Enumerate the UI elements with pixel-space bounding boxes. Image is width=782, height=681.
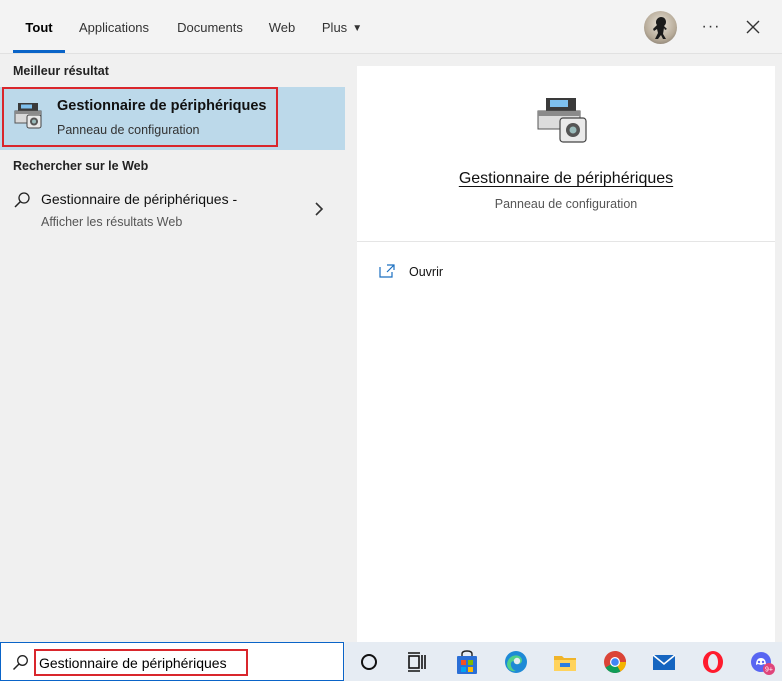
discord-icon[interactable]: 9+ [748,648,776,676]
best-match-item[interactable]: Gestionnaire de périphériques Panneau de… [0,87,345,150]
open-action[interactable]: Ouvrir [379,262,579,286]
search-input[interactable] [39,652,244,674]
discord-badge: 9+ [765,667,773,674]
more-options-button[interactable]: ··· [697,14,725,40]
search-icon [12,655,28,671]
avatar[interactable] [644,11,677,44]
chevron-right-icon [315,202,324,216]
preview-pane: Gestionnaire de périphériques Panneau de… [357,66,775,642]
device-manager-icon [14,103,42,129]
tab-documents[interactable]: Documents [170,0,250,53]
tab-more[interactable]: Plus ▼ [314,0,370,53]
best-match-title: Gestionnaire de périphériques [57,98,267,114]
chrome-icon[interactable] [601,648,629,676]
tab-label: Tout [25,20,53,35]
web-search-heading: Rechercher sur le Web [13,159,149,173]
preview-subtitle: Panneau de configuration [494,197,638,211]
search-icon [14,192,30,208]
device-manager-icon [537,98,587,143]
web-search-item[interactable]: Gestionnaire de périphériques - Afficher… [0,184,345,236]
preview-title[interactable]: Gestionnaire de périphériques [357,170,775,188]
search-box[interactable] [0,642,344,681]
results-pane: Meilleur résultat Gestionnaire de périph… [0,54,345,642]
best-match-heading: Meilleur résultat [13,64,109,78]
close-button[interactable] [740,14,766,40]
open-icon [379,264,395,278]
cortana-icon[interactable] [355,648,383,676]
tab-all[interactable]: Tout [13,0,65,53]
edge-icon[interactable] [502,648,530,676]
tab-web[interactable]: Web [262,0,302,53]
tab-applications[interactable]: Applications [72,0,156,53]
open-action-label: Ouvrir [409,265,444,279]
taskbar: 9+ [345,642,782,681]
search-tab-bar: Tout Applications Documents Web Plus ▼ ··… [0,0,782,54]
close-icon [746,20,760,34]
tab-label: Applications [78,20,150,35]
mail-icon[interactable] [650,648,678,676]
caret-down-icon: ▼ [352,23,363,34]
file-explorer-icon[interactable] [551,648,579,676]
web-search-subtitle: Afficher les résultats Web [41,215,183,229]
tab-label: Plus [321,20,348,35]
tab-label: Web [268,20,296,35]
tab-label: Documents [177,20,243,35]
web-search-title: Gestionnaire de périphériques - [41,191,238,207]
store-icon[interactable] [453,648,481,676]
divider [357,241,775,242]
best-match-subtitle: Panneau de configuration [57,123,200,137]
task-view-icon[interactable] [403,648,431,676]
avatar-figure-icon [653,17,667,39]
opera-icon[interactable] [699,648,727,676]
